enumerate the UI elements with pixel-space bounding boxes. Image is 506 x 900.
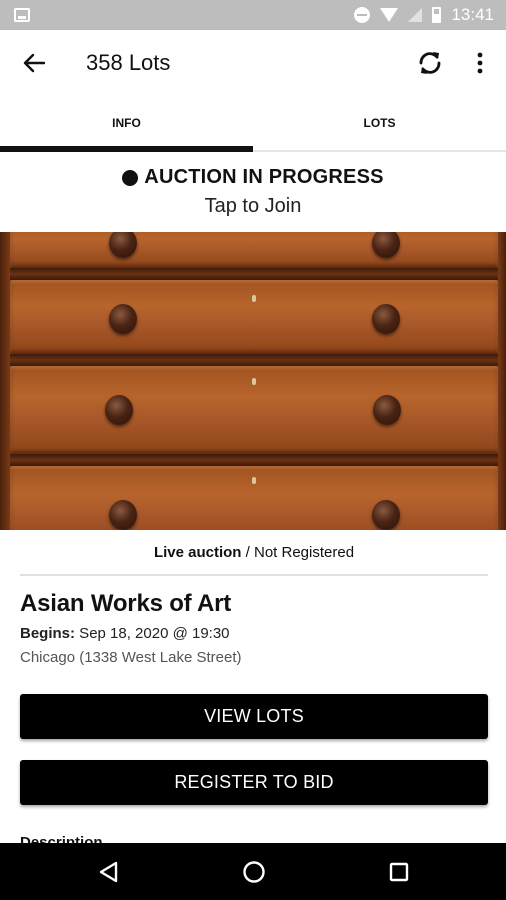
page-title: 358 Lots [86, 50, 171, 75]
auction-location: Chicago (1338 West Lake Street) [20, 649, 242, 666]
registration-status: / Not Registered [241, 544, 355, 561]
drawer-rail [0, 354, 506, 366]
begins-label: Begins: [20, 625, 76, 642]
app-bar: 358 Lots [0, 30, 506, 96]
drawer-rail [0, 268, 506, 280]
tap-to-join-text: Tap to Join [204, 195, 302, 217]
do-not-disturb-icon [354, 7, 371, 23]
nav-recents-button[interactable] [383, 856, 415, 888]
tab-lots[interactable]: LOTS [253, 96, 506, 150]
drawer [10, 232, 498, 268]
nav-home-button[interactable] [238, 856, 270, 888]
system-nav-bar [0, 843, 506, 900]
drawer-knob [105, 395, 133, 425]
recents-square-icon [389, 862, 409, 882]
keyhole [252, 477, 256, 484]
auction-status-text: AUCTION IN PROGRESS [144, 166, 384, 188]
tab-bar: INFO LOTS [0, 96, 506, 152]
back-arrow-icon [23, 53, 45, 73]
refresh-button[interactable] [410, 44, 450, 82]
drawer [10, 466, 498, 530]
status-time: 13:41 [451, 5, 494, 24]
cabinet-side [498, 232, 506, 530]
drawer-knob [372, 304, 400, 334]
wifi-icon [380, 8, 399, 22]
more-vert-icon [477, 52, 483, 74]
cabinet-side [0, 232, 10, 530]
more-options-button[interactable] [466, 44, 494, 82]
auction-status: AUCTION IN PROGRESS [0, 166, 506, 189]
back-triangle-icon [99, 861, 118, 883]
drawer-rail [0, 454, 506, 466]
keyhole [252, 378, 256, 385]
drawer-knob [373, 395, 401, 425]
drawer-knob [109, 304, 137, 334]
keyhole [252, 295, 256, 302]
divider [20, 574, 488, 576]
notification-icon [14, 8, 30, 22]
signal-icon [408, 8, 423, 22]
auction-hero-image [0, 232, 506, 530]
nav-back-button[interactable] [93, 856, 125, 888]
begins-value: Sep 18, 2020 @ 19:30 [75, 625, 230, 642]
back-button[interactable] [16, 46, 52, 80]
tab-info[interactable]: INFO [0, 96, 253, 152]
view-lots-button[interactable]: VIEW LOTS [20, 694, 488, 739]
auction-progress-banner[interactable]: AUCTION IN PROGRESS Tap to Join [0, 152, 506, 232]
drawer [10, 280, 498, 354]
drawer-knob [109, 500, 137, 530]
battery-icon [432, 7, 442, 23]
refresh-icon [419, 52, 441, 74]
status-icons: 13:41 [354, 0, 494, 30]
drawer-knob [372, 500, 400, 530]
auction-title: Asian Works of Art [20, 590, 232, 617]
live-dot-icon [122, 169, 139, 186]
status-bar: 13:41 [0, 0, 506, 30]
auction-type: Live auction [153, 544, 242, 561]
register-to-bid-button[interactable]: REGISTER TO BID [20, 760, 488, 805]
auction-begins: Begins: Sep 18, 2020 @ 19:30 [20, 625, 230, 642]
home-circle-icon [243, 861, 265, 883]
auction-type-line: Live auction / Not Registered [20, 544, 488, 561]
